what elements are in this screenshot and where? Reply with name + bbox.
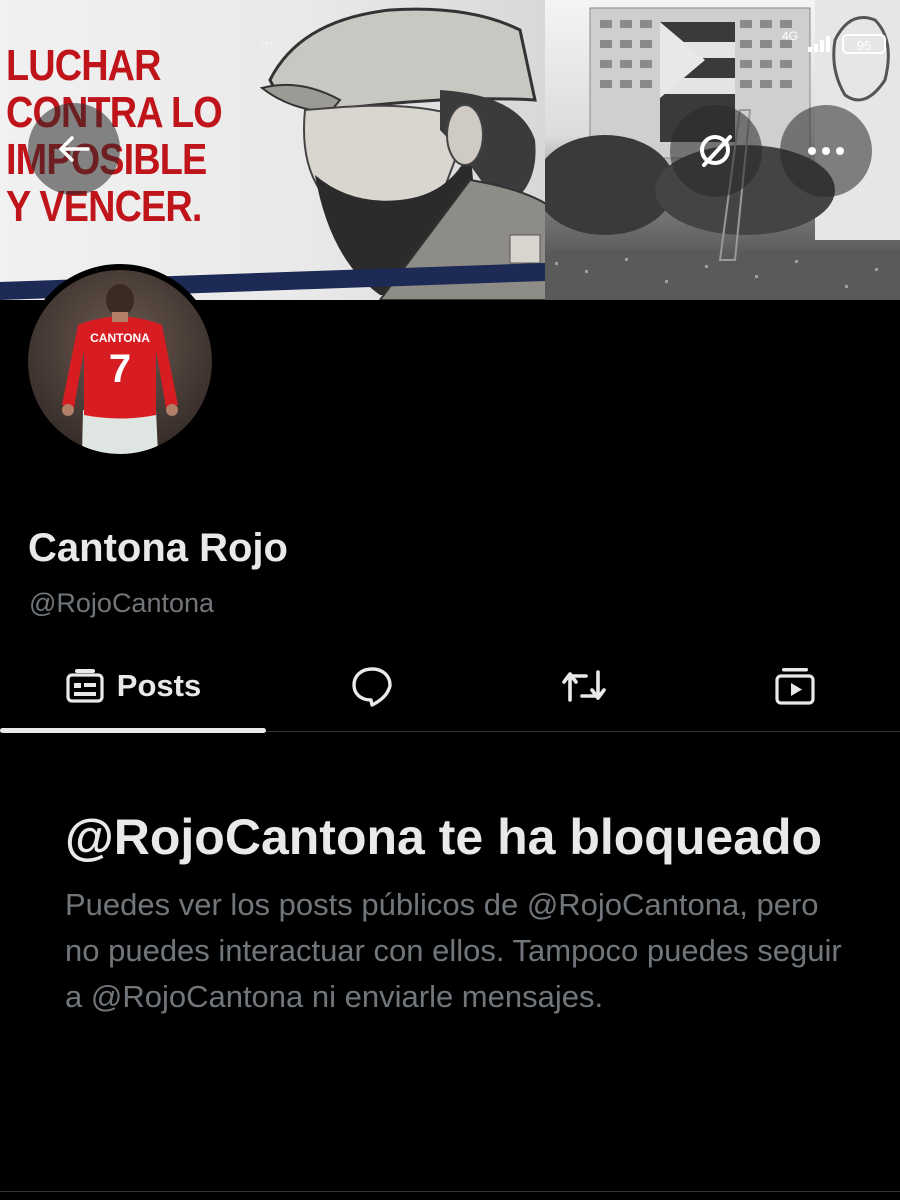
tab-replies[interactable] bbox=[266, 640, 478, 731]
battery-icon: 95 bbox=[842, 34, 886, 54]
tab-reposts[interactable] bbox=[478, 640, 690, 731]
jersey-name: CANTONA bbox=[90, 331, 150, 345]
tab-posts-label: Posts bbox=[116, 667, 202, 703]
profile-banner[interactable]: LUCHAR CONTRA LO IMPOSIBLE Y VENCER. bbox=[0, 0, 900, 300]
back-button[interactable] bbox=[28, 103, 120, 195]
tab-media[interactable] bbox=[690, 640, 900, 731]
search-off-icon bbox=[700, 135, 732, 167]
arrow-left-icon bbox=[59, 136, 90, 162]
network-indicator: 4G bbox=[781, 29, 798, 43]
blocked-notice: @RojoCantona te ha bloqueado Puedes ver … bbox=[65, 800, 855, 1020]
jersey-number: 7 bbox=[109, 347, 131, 391]
avatar-image: CANTONA 7 bbox=[28, 270, 212, 454]
status-bar: 4G 95 bbox=[782, 29, 886, 54]
tab-posts[interactable]: Posts bbox=[0, 640, 266, 733]
reply-bubble-icon bbox=[352, 666, 392, 707]
profile-handle: @RojoCantona bbox=[29, 588, 215, 618]
signal-icon bbox=[808, 36, 830, 52]
posts-icon bbox=[66, 668, 104, 703]
profile-tabs: Posts bbox=[0, 640, 900, 733]
more-horizontal-icon bbox=[808, 147, 844, 155]
active-tab-indicator bbox=[0, 728, 266, 733]
more-options-button[interactable] bbox=[780, 105, 872, 197]
profile-avatar[interactable]: CANTONA 7 bbox=[22, 264, 218, 460]
search-button[interactable] bbox=[670, 105, 762, 197]
blocked-title: @RojoCantona te ha bloqueado bbox=[65, 809, 823, 865]
media-icon bbox=[775, 667, 815, 705]
blocked-description: Puedes ver los posts públicos de @RojoCa… bbox=[65, 887, 842, 1014]
repost-icon bbox=[562, 669, 606, 702]
profile-name: Cantona Rojo bbox=[28, 526, 288, 570]
status-notification-icons: ··· bbox=[260, 34, 274, 50]
divider bbox=[0, 1191, 900, 1192]
status-overflow: ··· bbox=[260, 34, 274, 50]
